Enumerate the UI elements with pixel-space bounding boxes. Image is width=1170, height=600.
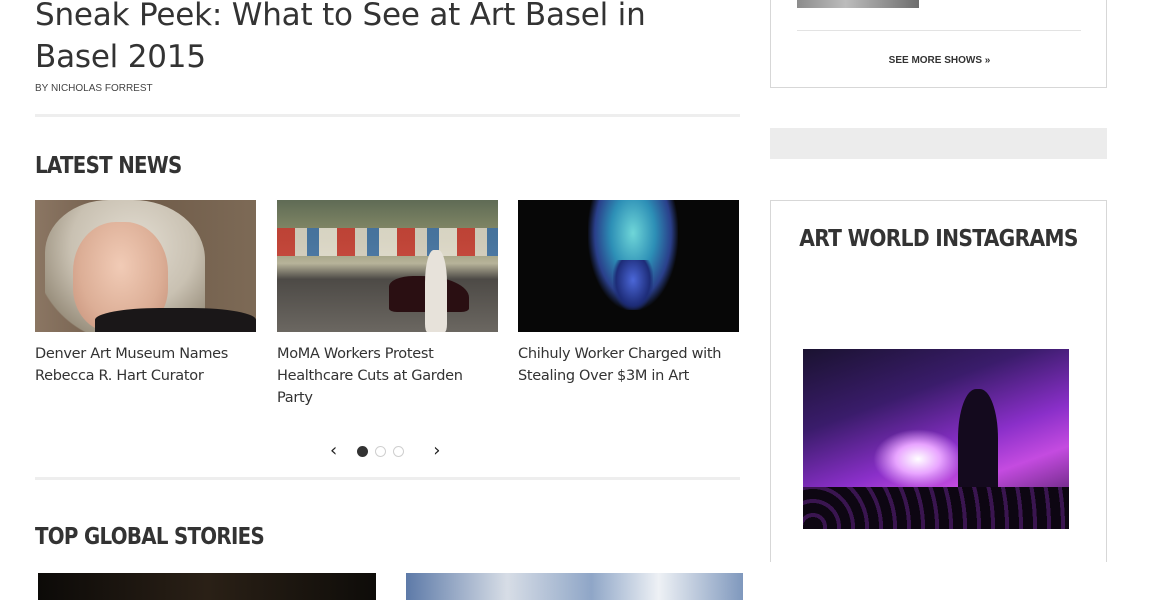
top-global-stories-heading: TOP GLOBAL STORIES [35, 524, 265, 550]
section-divider [35, 477, 740, 480]
news-thumbnail[interactable] [277, 200, 498, 332]
news-card[interactable]: Chihuly Worker Charged with Stealing Ove… [518, 200, 739, 387]
news-headline-link[interactable]: MoMA Workers Protest Healthcare Cuts at … [277, 343, 498, 409]
global-story-thumbnail[interactable] [406, 573, 743, 600]
show-thumbnail[interactable] [797, 0, 919, 8]
ad-placeholder [770, 128, 1107, 159]
latest-news-heading: LATEST NEWS [35, 153, 182, 179]
instagrams-widget: ART WORLD INSTAGRAMS [770, 200, 1107, 562]
carousel-next-icon[interactable]: › [433, 442, 440, 460]
widget-divider [797, 30, 1081, 31]
carousel-prev-icon[interactable]: ‹ [330, 442, 337, 460]
instagrams-title: ART WORLD INSTAGRAMS [799, 226, 1078, 252]
carousel-pager: ‹ › [330, 442, 440, 460]
carousel-dot-2[interactable] [374, 445, 386, 457]
carousel-dot-1[interactable] [356, 445, 368, 457]
news-headline-link[interactable]: Denver Art Museum Names Rebecca R. Hart … [35, 343, 256, 387]
global-story-thumbnail[interactable] [38, 573, 376, 600]
news-thumbnail[interactable] [35, 200, 256, 332]
section-divider [35, 114, 740, 117]
news-card[interactable]: Denver Art Museum Names Rebecca R. Hart … [35, 200, 256, 387]
news-headline-link[interactable]: Chihuly Worker Charged with Stealing Ove… [518, 343, 739, 387]
carousel-dot-3[interactable] [392, 445, 404, 457]
instagram-post-image[interactable] [803, 349, 1069, 529]
news-card[interactable]: MoMA Workers Protest Healthcare Cuts at … [277, 200, 498, 409]
shows-widget: SEE MORE SHOWS » [770, 0, 1107, 88]
news-thumbnail[interactable] [518, 200, 739, 332]
article-title[interactable]: Sneak Peek: What to See at Art Basel in … [35, 0, 735, 78]
carousel-dots [353, 445, 407, 457]
article-byline: BY NICHOLAS FORREST [35, 83, 153, 94]
see-more-shows-link[interactable]: SEE MORE SHOWS » [771, 55, 1108, 66]
